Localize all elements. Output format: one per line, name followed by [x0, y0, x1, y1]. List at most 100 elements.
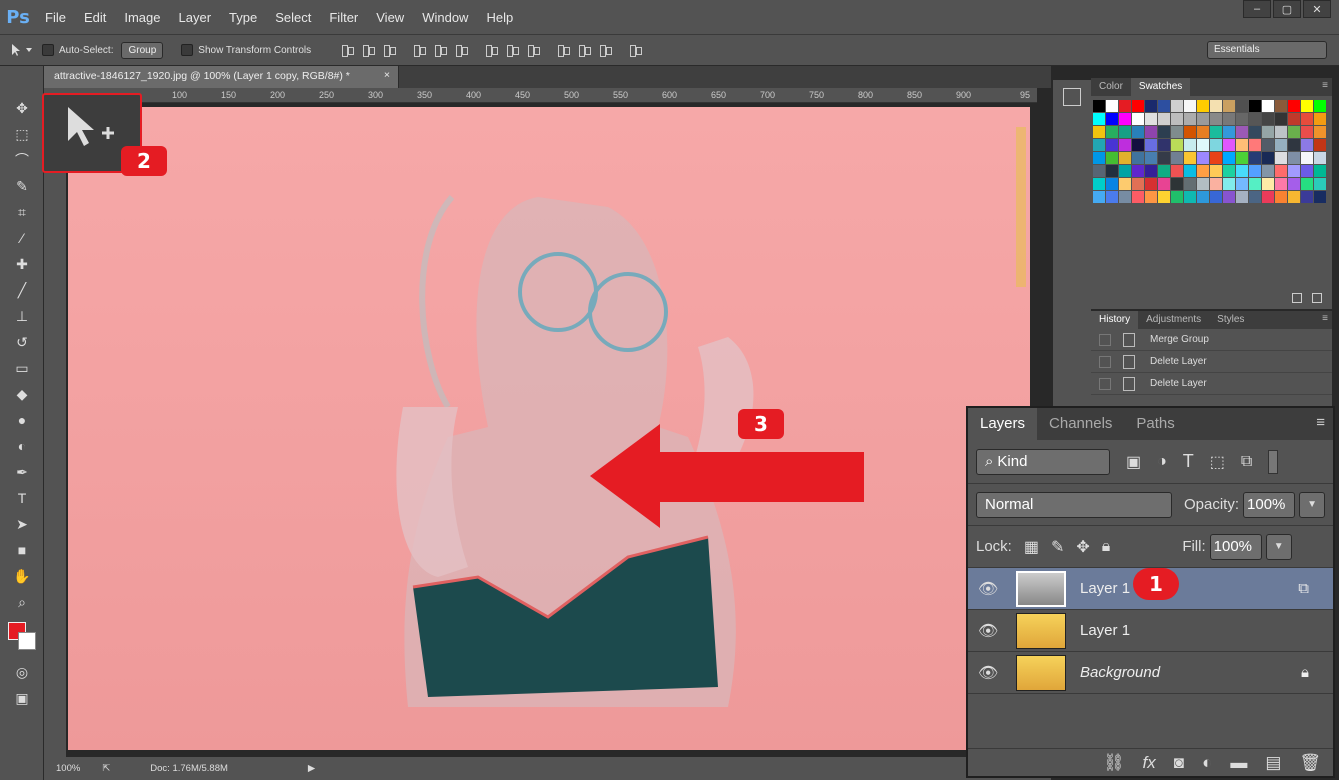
color-swatch[interactable]	[1314, 152, 1326, 164]
menu-layer[interactable]: Layer	[170, 10, 221, 25]
quick-select-tool-icon[interactable]: ✎	[10, 174, 34, 198]
color-swatch[interactable]	[1288, 165, 1300, 177]
color-swatch[interactable]	[1236, 139, 1248, 151]
align-top-icon[interactable]	[340, 43, 355, 57]
color-swatch[interactable]	[1132, 139, 1144, 151]
link-layers-icon[interactable]: ⛓	[1103, 753, 1125, 773]
tab-swatches[interactable]: Swatches	[1130, 78, 1191, 96]
color-swatch[interactable]	[1275, 191, 1287, 203]
color-swatch[interactable]	[1288, 178, 1300, 190]
color-swatch[interactable]	[1145, 165, 1157, 177]
color-swatch[interactable]	[1106, 139, 1118, 151]
history-source-checkbox[interactable]	[1099, 377, 1111, 390]
color-swatch[interactable]	[1106, 178, 1118, 190]
new-group-icon[interactable]: ▬	[1230, 753, 1247, 773]
color-swatches[interactable]	[8, 622, 38, 652]
layer-row-layer-1[interactable]: 👁︎ Layer 1	[968, 610, 1333, 652]
color-swatch[interactable]	[1249, 191, 1261, 203]
color-swatch[interactable]	[1132, 126, 1144, 138]
tab-paths[interactable]: Paths	[1124, 408, 1186, 440]
healing-brush-tool-icon[interactable]: ✚	[10, 252, 34, 276]
eraser-tool-icon[interactable]: ▭	[10, 356, 34, 380]
color-swatch[interactable]	[1145, 152, 1157, 164]
align-vcenter-icon[interactable]	[361, 43, 376, 57]
color-swatch[interactable]	[1236, 191, 1248, 203]
color-swatch[interactable]	[1262, 126, 1274, 138]
blend-mode-dropdown[interactable]: Normal	[976, 491, 1172, 518]
color-swatch[interactable]	[1132, 165, 1144, 177]
color-swatch[interactable]	[1158, 178, 1170, 190]
menu-image[interactable]: Image	[115, 10, 169, 25]
color-swatch[interactable]	[1119, 126, 1131, 138]
menu-help[interactable]: Help	[477, 10, 522, 25]
color-swatch[interactable]	[1314, 178, 1326, 190]
color-swatch[interactable]	[1249, 178, 1261, 190]
panel-menu-icon[interactable]: ≡	[1322, 80, 1328, 91]
auto-select-control[interactable]: Auto-Select:	[42, 44, 113, 56]
color-swatch[interactable]	[1158, 152, 1170, 164]
color-swatch[interactable]	[1223, 139, 1235, 151]
color-swatch[interactable]	[1210, 139, 1222, 151]
history-item[interactable]: Merge Group	[1091, 329, 1332, 351]
panel-menu-icon[interactable]: ≡	[1322, 313, 1328, 324]
menu-window[interactable]: Window	[413, 10, 477, 25]
visibility-eye-icon[interactable]: 👁︎	[978, 579, 1000, 599]
color-swatch[interactable]	[1210, 152, 1222, 164]
fill-input[interactable]: 100%	[1209, 533, 1262, 560]
color-swatch[interactable]	[1119, 152, 1131, 164]
lock-transparent-icon[interactable]: ▦	[1024, 537, 1039, 557]
background-color[interactable]	[18, 632, 36, 650]
opacity-chevron-down-icon[interactable]: ▼	[1299, 491, 1326, 518]
filter-toggle-switch[interactable]	[1268, 449, 1279, 474]
color-swatch[interactable]	[1106, 100, 1118, 112]
layer-style-fx-icon[interactable]: fx	[1143, 753, 1156, 773]
color-swatch[interactable]	[1223, 152, 1235, 164]
color-swatch[interactable]	[1288, 126, 1300, 138]
color-swatch[interactable]	[1314, 165, 1326, 177]
color-swatch[interactable]	[1093, 178, 1105, 190]
align-right-icon[interactable]	[454, 43, 469, 57]
auto-align-icon[interactable]	[628, 43, 643, 57]
color-swatch[interactable]	[1145, 178, 1157, 190]
layer-name[interactable]: Layer 1	[1080, 622, 1130, 639]
color-swatch[interactable]	[1288, 191, 1300, 203]
color-swatch[interactable]	[1288, 139, 1300, 151]
color-swatch[interactable]	[1145, 126, 1157, 138]
minimize-button[interactable]: –	[1243, 0, 1271, 18]
color-swatch[interactable]	[1106, 165, 1118, 177]
align-bottom-icon[interactable]	[382, 43, 397, 57]
tab-history[interactable]: History	[1091, 311, 1139, 329]
pen-tool-icon[interactable]: ✒	[10, 460, 34, 484]
color-swatch[interactable]	[1184, 191, 1196, 203]
color-swatch[interactable]	[1223, 165, 1235, 177]
color-swatch[interactable]	[1210, 126, 1222, 138]
color-swatch[interactable]	[1158, 191, 1170, 203]
color-swatch[interactable]	[1236, 100, 1248, 112]
history-source-checkbox[interactable]	[1099, 355, 1111, 368]
zoom-level[interactable]: 100%	[56, 763, 80, 774]
align-hcenter-icon[interactable]	[433, 43, 448, 57]
color-swatch[interactable]	[1119, 100, 1131, 112]
export-icon[interactable]: ⇱	[102, 763, 110, 774]
screen-mode-icon[interactable]: ▣	[10, 686, 34, 710]
crop-tool-icon[interactable]: ⌗	[10, 200, 34, 224]
hand-tool-icon[interactable]: ✋	[10, 564, 34, 588]
color-swatch[interactable]	[1184, 165, 1196, 177]
align-left-icon[interactable]	[412, 43, 427, 57]
auto-select-checkbox[interactable]	[42, 44, 54, 56]
color-swatch[interactable]	[1171, 152, 1183, 164]
color-swatch[interactable]	[1184, 126, 1196, 138]
color-swatch[interactable]	[1119, 178, 1131, 190]
color-swatch[interactable]	[1301, 139, 1313, 151]
history-item[interactable]: Delete Layer	[1091, 351, 1332, 373]
panel-menu-icon[interactable]: ≡	[1316, 414, 1325, 431]
tab-layers[interactable]: Layers	[968, 408, 1038, 440]
color-swatch[interactable]	[1236, 178, 1248, 190]
move-tool-icon[interactable]: ✥	[10, 96, 34, 120]
color-swatch[interactable]	[1197, 139, 1209, 151]
delete-swatch-icon[interactable]	[1312, 293, 1322, 303]
distribute-hcenter-icon[interactable]	[577, 43, 592, 57]
color-swatch[interactable]	[1275, 165, 1287, 177]
color-swatch[interactable]	[1145, 191, 1157, 203]
color-swatch[interactable]	[1262, 191, 1274, 203]
